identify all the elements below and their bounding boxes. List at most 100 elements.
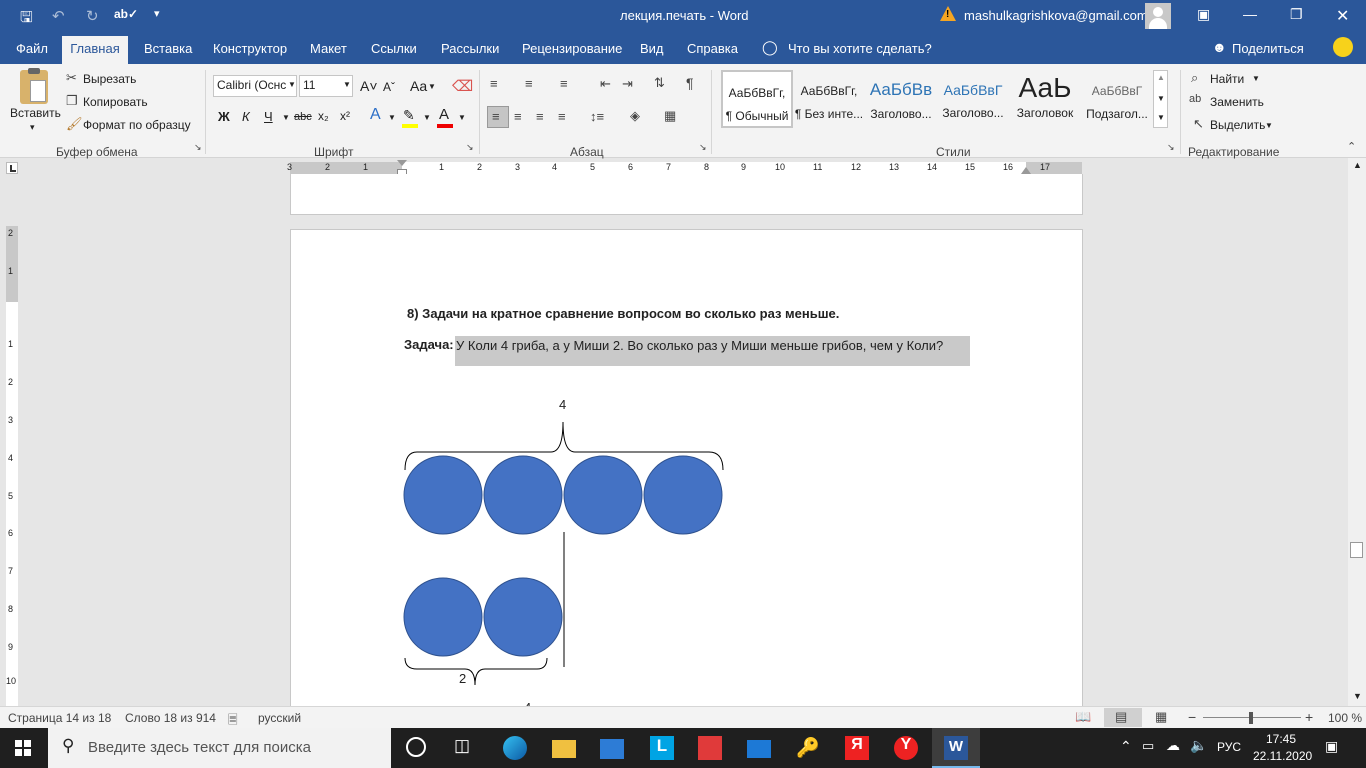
tab-review[interactable]: Рецензирование <box>522 41 622 56</box>
grow-font-icon[interactable]: A˅ <box>360 78 378 94</box>
font-launcher-icon[interactable]: ↘ <box>466 142 474 153</box>
zoom-in-icon[interactable]: + <box>1305 709 1313 725</box>
redo-icon[interactable]: ↻ <box>86 7 99 25</box>
taskbar-search[interactable]: ⚲ Введите здесь текст для поиска <box>48 728 391 768</box>
multilevel-list-icon[interactable]: ≡ <box>560 76 568 91</box>
mail-icon[interactable] <box>747 740 771 758</box>
change-case-button[interactable]: Aa <box>410 78 427 94</box>
style-heading-1[interactable]: АаБбВв Заголово... <box>865 70 937 128</box>
borders-icon[interactable]: ▦ <box>664 108 676 124</box>
shrink-font-icon[interactable]: Aˇ <box>383 80 395 94</box>
edge-icon[interactable] <box>503 736 527 760</box>
clear-format-icon[interactable]: ⌫ <box>452 77 473 95</box>
first-line-indent-marker[interactable] <box>397 160 407 166</box>
customize-qat-icon[interactable]: ▾ <box>154 7 160 20</box>
right-indent-marker[interactable] <box>1021 167 1031 174</box>
mushroom-circle-2[interactable] <box>483 455 563 535</box>
styles-scroll[interactable]: ▲ ▼ ▼ <box>1153 70 1168 128</box>
account-name[interactable]: mashulkagrishkova@gmail.com <box>964 8 1148 23</box>
comparison-diagram[interactable] <box>391 410 731 710</box>
copy-button[interactable]: Копировать <box>83 95 148 109</box>
zoom-level[interactable]: 100 % <box>1328 711 1362 725</box>
tab-view[interactable]: Вид <box>640 41 664 56</box>
close-icon[interactable]: ✕ <box>1336 6 1349 26</box>
increase-indent-icon[interactable]: ⇥ <box>622 76 633 92</box>
volume-icon[interactable]: 🔈 <box>1190 737 1207 754</box>
clock-date[interactable]: 22.11.2020 <box>1253 749 1312 763</box>
find-button[interactable]: Найти <box>1210 72 1244 86</box>
tab-selector[interactable] <box>6 162 18 174</box>
tab-insert[interactable]: Вставка <box>144 41 192 56</box>
battery-icon[interactable]: ▭ <box>1142 738 1154 754</box>
keyboard-language[interactable]: РУС <box>1217 740 1241 754</box>
collapse-ribbon-icon[interactable]: ⌃ <box>1347 140 1356 153</box>
tab-layout[interactable]: Макет <box>310 41 347 56</box>
horizontal-ruler[interactable]: 3 2 1 1 2 3 4 5 6 7 8 9 10 11 12 13 14 1… <box>287 160 1082 176</box>
replace-icon[interactable]: ab <box>1189 93 1201 105</box>
cut-icon[interactable]: ✂ <box>66 70 77 86</box>
shading-icon[interactable]: ◈ <box>630 108 640 124</box>
tab-file[interactable]: Файл <box>16 41 48 56</box>
replace-button[interactable]: Заменить <box>1210 95 1264 109</box>
line-spacing-icon[interactable]: ↕≡ <box>590 109 604 124</box>
find-icon[interactable]: ⌕ <box>1191 70 1198 86</box>
font-name-select[interactable]: Calibri (Оснс <box>213 75 297 97</box>
style-normal[interactable]: АаБбВвГг, ¶ Обычный <box>721 70 793 128</box>
cloud-icon[interactable]: ☁ <box>1166 737 1180 754</box>
yandex-icon[interactable]: Y <box>894 736 918 760</box>
scroll-down-icon[interactable]: ▼ <box>1353 691 1362 701</box>
document-page[interactable]: 8) Задачи на кратное сравнение вопросом … <box>290 229 1083 719</box>
mushroom-circle-1[interactable] <box>403 455 483 535</box>
strikethrough-button[interactable]: abc <box>294 111 312 123</box>
format-painter-button[interactable]: Формат по образцу <box>83 118 191 132</box>
avatar[interactable] <box>1145 3 1171 29</box>
scroll-up-icon[interactable]: ▲ <box>1353 160 1362 170</box>
clipboard-launcher-icon[interactable]: ↘ <box>194 142 202 153</box>
restore-icon[interactable]: ❐ <box>1290 6 1303 23</box>
file-explorer-icon[interactable] <box>552 740 576 758</box>
style-title[interactable]: АаЬ Заголовок <box>1009 70 1081 128</box>
mushroom-circle-3[interactable] <box>563 455 643 535</box>
minimize-icon[interactable]: — <box>1243 6 1257 22</box>
print-layout-icon[interactable]: ▤ <box>1115 709 1127 725</box>
undo-icon[interactable]: ↶ <box>52 7 65 25</box>
underline-button[interactable]: Ч <box>264 109 273 124</box>
bold-button[interactable]: Ж <box>218 109 230 124</box>
format-painter-icon[interactable]: 🖌 <box>66 116 83 132</box>
mushroom-circle-4[interactable] <box>643 455 723 535</box>
word-count[interactable]: Слово 18 из 914 <box>125 711 216 725</box>
store-icon[interactable] <box>600 739 624 759</box>
ribbon-display-icon[interactable]: ▣ <box>1197 6 1210 23</box>
select-icon[interactable]: ↖ <box>1193 116 1204 132</box>
subscript-button[interactable]: x₂ <box>318 109 329 123</box>
sort-icon[interactable]: ⇅ <box>654 75 665 91</box>
align-center-icon[interactable]: ≡ <box>514 109 522 124</box>
spelling-icon[interactable]: ab✓ <box>114 7 138 21</box>
paste-icon[interactable] <box>20 68 48 104</box>
language-status[interactable]: русский <box>258 711 301 725</box>
cut-button[interactable]: Вырезать <box>83 72 136 86</box>
notifications-icon[interactable]: ▣ <box>1325 738 1338 755</box>
styles-launcher-icon[interactable]: ↘ <box>1167 142 1175 153</box>
copy-icon[interactable]: ❐ <box>66 93 78 109</box>
vertical-scrollbar[interactable]: ▲ ▼ <box>1348 158 1366 706</box>
italic-button[interactable]: К <box>242 109 250 124</box>
font-color-icon[interactable]: A <box>439 106 449 123</box>
paste-dropdown-icon[interactable]: ▾ <box>30 122 35 133</box>
vertical-ruler[interactable]: 2 1 1 2 3 4 5 6 7 8 9 10 <box>6 226 18 706</box>
app-red-icon[interactable] <box>698 736 722 760</box>
tab-references[interactable]: Ссылки <box>371 41 417 56</box>
zoom-out-icon[interactable]: − <box>1188 709 1196 725</box>
task-view-icon[interactable]: ◫ <box>454 736 478 760</box>
save-icon[interactable]: 🖫 <box>20 7 33 32</box>
show-marks-icon[interactable]: ¶ <box>686 75 694 91</box>
numbering-icon[interactable]: ≡ <box>525 76 533 91</box>
app-l-icon[interactable]: L <box>650 736 674 760</box>
web-layout-icon[interactable]: ▦ <box>1155 709 1167 725</box>
style-heading-2[interactable]: АаБбВвГ Заголово... <box>937 70 1009 128</box>
tab-help[interactable]: Справка <box>687 41 738 56</box>
paragraph-launcher-icon[interactable]: ↘ <box>699 142 707 153</box>
tab-home[interactable]: Главная <box>62 36 128 64</box>
superscript-button[interactable]: x² <box>340 109 350 123</box>
mushroom-circle-5[interactable] <box>403 577 483 657</box>
